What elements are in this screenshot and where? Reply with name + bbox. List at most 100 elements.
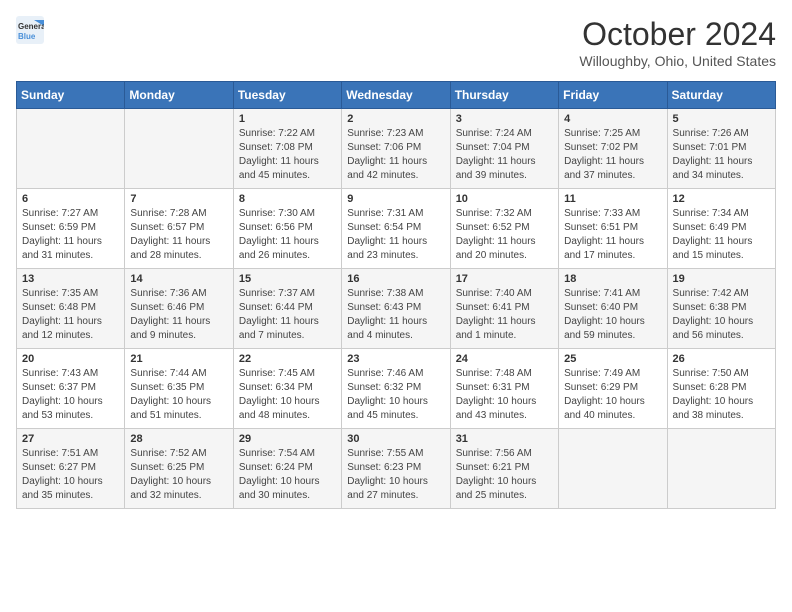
weekday-header-row: SundayMondayTuesdayWednesdayThursdayFrid…: [17, 82, 776, 109]
day-info: Sunrise: 7:55 AM Sunset: 6:23 PM Dayligh…: [347, 447, 444, 503]
day-info: Sunrise: 7:25 AM Sunset: 7:02 PM Dayligh…: [564, 127, 661, 183]
weekday-header-cell: Friday: [559, 82, 667, 109]
calendar-cell: [667, 429, 775, 509]
calendar-cell: [17, 109, 125, 189]
svg-text:General: General: [18, 22, 44, 31]
day-info: Sunrise: 7:23 AM Sunset: 7:06 PM Dayligh…: [347, 127, 444, 183]
calendar-cell: 18 Sunrise: 7:41 AM Sunset: 6:40 PM Dayli…: [559, 269, 667, 349]
svg-text:Blue: Blue: [18, 32, 36, 41]
calendar-cell: [125, 109, 233, 189]
day-info: Sunrise: 7:33 AM Sunset: 6:51 PM Dayligh…: [564, 207, 661, 263]
title-block: October 2024 Willoughby, Ohio, United St…: [579, 16, 776, 69]
calendar-cell: 24 Sunrise: 7:48 AM Sunset: 6:31 PM Dayli…: [450, 349, 558, 429]
weekday-header-cell: Saturday: [667, 82, 775, 109]
calendar-cell: 14 Sunrise: 7:36 AM Sunset: 6:46 PM Dayli…: [125, 269, 233, 349]
day-info: Sunrise: 7:49 AM Sunset: 6:29 PM Dayligh…: [564, 367, 661, 423]
calendar-table: SundayMondayTuesdayWednesdayThursdayFrid…: [16, 81, 776, 509]
day-number: 2: [347, 113, 444, 125]
day-number: 6: [22, 193, 119, 205]
calendar-cell: 16 Sunrise: 7:38 AM Sunset: 6:43 PM Dayli…: [342, 269, 450, 349]
day-number: 18: [564, 273, 661, 285]
day-info: Sunrise: 7:35 AM Sunset: 6:48 PM Dayligh…: [22, 287, 119, 343]
day-number: 22: [239, 353, 336, 365]
day-info: Sunrise: 7:45 AM Sunset: 6:34 PM Dayligh…: [239, 367, 336, 423]
day-number: 8: [239, 193, 336, 205]
weekday-header-cell: Monday: [125, 82, 233, 109]
day-info: Sunrise: 7:26 AM Sunset: 7:01 PM Dayligh…: [673, 127, 770, 183]
day-info: Sunrise: 7:41 AM Sunset: 6:40 PM Dayligh…: [564, 287, 661, 343]
day-number: 21: [130, 353, 227, 365]
day-number: 19: [673, 273, 770, 285]
calendar-cell: 27Sunrise: 7:51 AM Sunset: 6:27 PM Dayli…: [17, 429, 125, 509]
calendar-cell: 1 Sunrise: 7:22 AM Sunset: 7:08 PM Daylig…: [233, 109, 341, 189]
day-info: Sunrise: 7:34 AM Sunset: 6:49 PM Dayligh…: [673, 207, 770, 263]
calendar-cell: [559, 429, 667, 509]
day-info: Sunrise: 7:48 AM Sunset: 6:31 PM Dayligh…: [456, 367, 553, 423]
calendar-week-row: 13 Sunrise: 7:35 AM Sunset: 6:48 PM Dayli…: [17, 269, 776, 349]
calendar-cell: 9 Sunrise: 7:31 AM Sunset: 6:54 PM Daylig…: [342, 189, 450, 269]
day-info: Sunrise: 7:52 AM Sunset: 6:25 PM Dayligh…: [130, 447, 227, 503]
calendar-cell: 5 Sunrise: 7:26 AM Sunset: 7:01 PM Daylig…: [667, 109, 775, 189]
calendar-cell: 29Sunrise: 7:54 AM Sunset: 6:24 PM Dayli…: [233, 429, 341, 509]
day-number: 30: [347, 433, 444, 445]
day-number: 24: [456, 353, 553, 365]
day-info: Sunrise: 7:36 AM Sunset: 6:46 PM Dayligh…: [130, 287, 227, 343]
calendar-cell: 2 Sunrise: 7:23 AM Sunset: 7:06 PM Daylig…: [342, 109, 450, 189]
day-info: Sunrise: 7:44 AM Sunset: 6:35 PM Dayligh…: [130, 367, 227, 423]
day-info: Sunrise: 7:37 AM Sunset: 6:44 PM Dayligh…: [239, 287, 336, 343]
calendar-week-row: 1 Sunrise: 7:22 AM Sunset: 7:08 PM Daylig…: [17, 109, 776, 189]
day-number: 27: [22, 433, 119, 445]
day-info: Sunrise: 7:38 AM Sunset: 6:43 PM Dayligh…: [347, 287, 444, 343]
month-title: October 2024: [579, 16, 776, 53]
logo-icon: General Blue: [16, 16, 44, 44]
day-number: 16: [347, 273, 444, 285]
day-number: 9: [347, 193, 444, 205]
day-info: Sunrise: 7:22 AM Sunset: 7:08 PM Dayligh…: [239, 127, 336, 183]
calendar-cell: 31 Sunrise: 7:56 AM Sunset: 6:21 PM Dayli…: [450, 429, 558, 509]
day-info: Sunrise: 7:40 AM Sunset: 6:41 PM Dayligh…: [456, 287, 553, 343]
day-number: 25: [564, 353, 661, 365]
calendar-week-row: 6 Sunrise: 7:27 AM Sunset: 6:59 PM Daylig…: [17, 189, 776, 269]
day-number: 13: [22, 273, 119, 285]
day-number: 31: [456, 433, 553, 445]
calendar-body: 1 Sunrise: 7:22 AM Sunset: 7:08 PM Daylig…: [17, 109, 776, 509]
day-number: 4: [564, 113, 661, 125]
day-number: 15: [239, 273, 336, 285]
day-number: 14: [130, 273, 227, 285]
calendar-cell: 12Sunrise: 7:34 AM Sunset: 6:49 PM Dayli…: [667, 189, 775, 269]
day-info: Sunrise: 7:28 AM Sunset: 6:57 PM Dayligh…: [130, 207, 227, 263]
day-info: Sunrise: 7:56 AM Sunset: 6:21 PM Dayligh…: [456, 447, 553, 503]
weekday-header-cell: Tuesday: [233, 82, 341, 109]
day-info: Sunrise: 7:50 AM Sunset: 6:28 PM Dayligh…: [673, 367, 770, 423]
day-info: Sunrise: 7:31 AM Sunset: 6:54 PM Dayligh…: [347, 207, 444, 263]
day-number: 7: [130, 193, 227, 205]
calendar-cell: 19Sunrise: 7:42 AM Sunset: 6:38 PM Dayli…: [667, 269, 775, 349]
calendar-week-row: 27Sunrise: 7:51 AM Sunset: 6:27 PM Dayli…: [17, 429, 776, 509]
calendar-cell: 3Sunrise: 7:24 AM Sunset: 7:04 PM Daylig…: [450, 109, 558, 189]
calendar-cell: 8Sunrise: 7:30 AM Sunset: 6:56 PM Daylig…: [233, 189, 341, 269]
day-info: Sunrise: 7:43 AM Sunset: 6:37 PM Dayligh…: [22, 367, 119, 423]
day-number: 5: [673, 113, 770, 125]
day-number: 28: [130, 433, 227, 445]
day-number: 17: [456, 273, 553, 285]
day-number: 20: [22, 353, 119, 365]
day-info: Sunrise: 7:27 AM Sunset: 6:59 PM Dayligh…: [22, 207, 119, 263]
day-number: 11: [564, 193, 661, 205]
calendar-cell: 17 Sunrise: 7:40 AM Sunset: 6:41 PM Dayli…: [450, 269, 558, 349]
weekday-header-cell: Wednesday: [342, 82, 450, 109]
day-number: 1: [239, 113, 336, 125]
calendar-cell: 4 Sunrise: 7:25 AM Sunset: 7:02 PM Daylig…: [559, 109, 667, 189]
calendar-cell: 26 Sunrise: 7:50 AM Sunset: 6:28 PM Dayli…: [667, 349, 775, 429]
calendar-cell: 21 Sunrise: 7:44 AM Sunset: 6:35 PM Dayli…: [125, 349, 233, 429]
day-number: 26: [673, 353, 770, 365]
day-number: 3: [456, 113, 553, 125]
calendar-cell: 13 Sunrise: 7:35 AM Sunset: 6:48 PM Dayli…: [17, 269, 125, 349]
calendar-cell: 7 Sunrise: 7:28 AM Sunset: 6:57 PM Daylig…: [125, 189, 233, 269]
day-info: Sunrise: 7:32 AM Sunset: 6:52 PM Dayligh…: [456, 207, 553, 263]
calendar-cell: 6 Sunrise: 7:27 AM Sunset: 6:59 PM Daylig…: [17, 189, 125, 269]
calendar-cell: 22 Sunrise: 7:45 AM Sunset: 6:34 PM Dayli…: [233, 349, 341, 429]
logo: General Blue: [16, 16, 44, 44]
day-number: 29: [239, 433, 336, 445]
day-number: 10: [456, 193, 553, 205]
calendar-cell: 30 Sunrise: 7:55 AM Sunset: 6:23 PM Dayli…: [342, 429, 450, 509]
